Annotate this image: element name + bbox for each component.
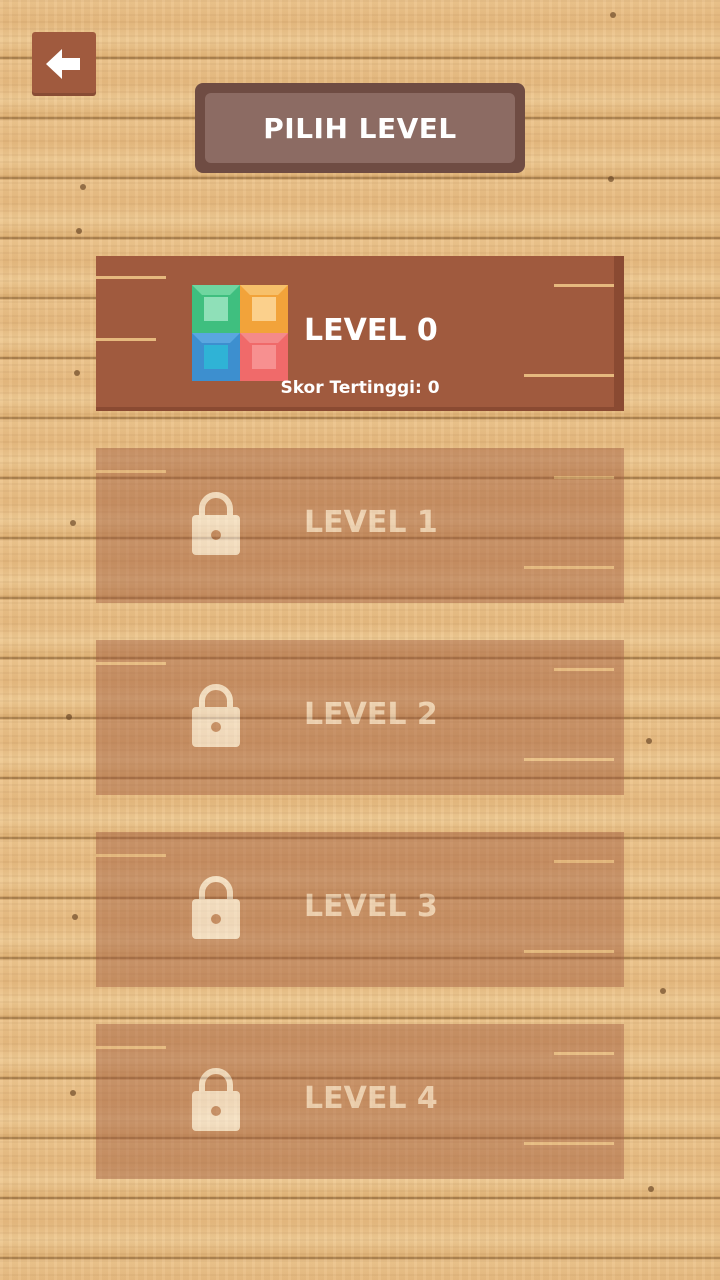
lock-icon (192, 684, 240, 747)
board-crack (96, 338, 156, 341)
board-crack (554, 284, 614, 287)
level-label: LEVEL 1 (304, 505, 438, 540)
board-crack (96, 1046, 166, 1049)
nail-decoration (610, 12, 616, 18)
nail-decoration (648, 1186, 654, 1192)
level-card-4[interactable]: LEVEL 4 (96, 1024, 624, 1179)
level-card-0[interactable]: LEVEL 0 Skor Tertinggi: 0 (96, 256, 624, 411)
nail-decoration (76, 228, 82, 234)
board-crack (554, 1052, 614, 1055)
board-crack (524, 566, 614, 569)
board-crack (524, 1142, 614, 1145)
board-crack (96, 276, 166, 279)
high-score-text: Skor Tertinggi: 0 (280, 378, 440, 398)
board-crack (96, 470, 166, 473)
level-label: LEVEL 4 (304, 1081, 438, 1116)
level-label: LEVEL 2 (304, 697, 438, 732)
level-card-3[interactable]: LEVEL 3 (96, 832, 624, 987)
level-label: LEVEL 3 (304, 889, 438, 924)
lock-icon (192, 876, 240, 939)
lock-icon (192, 492, 240, 555)
arrow-left-icon (46, 49, 80, 79)
nail-decoration (660, 988, 666, 994)
page-title-box: PILIH LEVEL (195, 83, 525, 173)
board-crack (524, 950, 614, 953)
nail-decoration (70, 520, 76, 526)
nail-decoration (608, 176, 614, 182)
level-label: LEVEL 0 (304, 313, 438, 348)
nail-decoration (80, 184, 86, 190)
nail-decoration (66, 714, 72, 720)
board-crack (554, 476, 614, 479)
board-crack (524, 374, 614, 377)
nail-decoration (74, 370, 80, 376)
board-crack (96, 854, 166, 857)
nail-decoration (70, 1090, 76, 1096)
nail-decoration (646, 738, 652, 744)
back-button[interactable] (32, 32, 96, 96)
level-card-1[interactable]: LEVEL 1 (96, 448, 624, 603)
board-crack (554, 860, 614, 863)
board-crack (524, 758, 614, 761)
nail-decoration (72, 914, 78, 920)
color-blocks-icon (192, 285, 288, 381)
lock-icon (192, 1068, 240, 1131)
board-crack (554, 668, 614, 671)
board-crack (96, 662, 166, 665)
level-card-2[interactable]: LEVEL 2 (96, 640, 624, 795)
page-title: PILIH LEVEL (205, 93, 515, 163)
